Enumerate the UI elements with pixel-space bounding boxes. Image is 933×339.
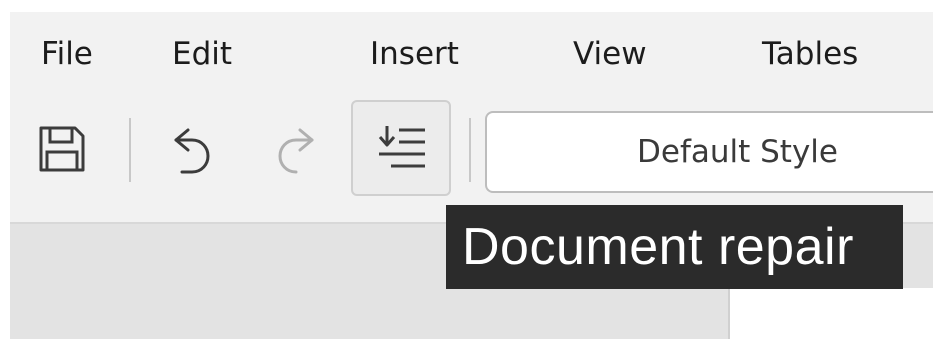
app-window: File Edit Insert View Tables Default Sty… — [0, 0, 933, 339]
document-repair-button[interactable] — [351, 100, 451, 196]
menu-tables[interactable]: Tables — [762, 39, 858, 70]
menu-edit[interactable]: Edit — [172, 39, 232, 70]
document-page[interactable] — [728, 288, 933, 339]
menu-insert[interactable]: Insert — [370, 39, 459, 70]
paragraph-style-combobox[interactable]: Default Style — [485, 111, 933, 193]
document-repair-icon — [378, 126, 425, 168]
toolbar-separator — [129, 118, 131, 182]
menu-file[interactable]: File — [41, 39, 93, 70]
redo-icon[interactable] — [272, 124, 320, 176]
toolbar-separator — [469, 118, 471, 182]
paragraph-style-value: Default Style — [637, 134, 838, 170]
toolbar: Default Style — [10, 96, 933, 222]
tooltip: Document repair — [446, 205, 903, 289]
undo-icon[interactable] — [168, 124, 216, 176]
menu-view[interactable]: View — [573, 39, 647, 70]
menu-bar: File Edit Insert View Tables — [10, 12, 933, 96]
save-icon[interactable] — [37, 124, 87, 174]
tooltip-text: Document repair — [462, 218, 854, 276]
